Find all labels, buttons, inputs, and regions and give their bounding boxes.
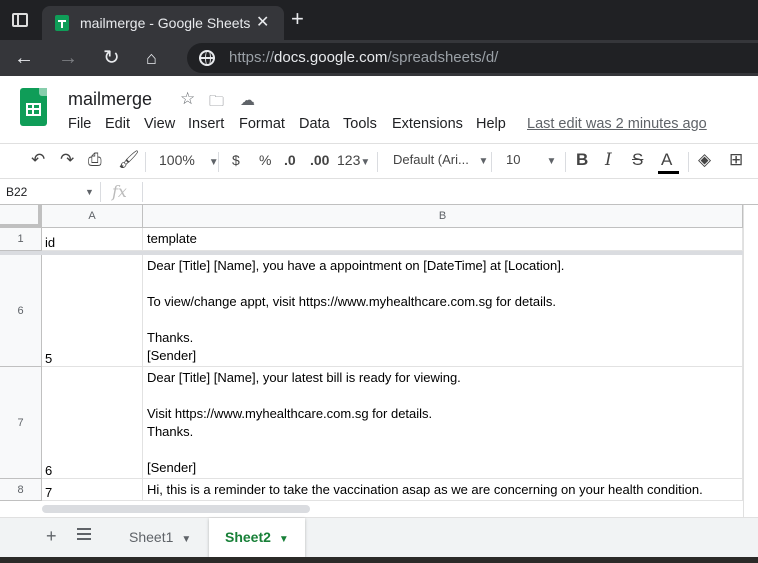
vertical-scrollbar[interactable] xyxy=(743,205,758,517)
print-icon[interactable]: ⎙ xyxy=(88,150,102,170)
menu-format[interactable]: Format xyxy=(239,116,285,132)
name-box[interactable]: B22 xyxy=(6,185,27,199)
italic-button[interactable]: I xyxy=(605,150,612,170)
browser-navbar: ← → ↻ ⌂ https://docs.google.com/spreadsh… xyxy=(0,40,758,76)
cloud-status-icon[interactable]: ☁ xyxy=(240,91,255,109)
text-color-swatch xyxy=(658,171,679,174)
home-icon[interactable]: ⌂ xyxy=(146,46,157,70)
new-tab-icon[interactable]: + xyxy=(291,8,304,30)
row-header[interactable]: 6 xyxy=(0,255,42,367)
redo-icon[interactable]: ↷ xyxy=(60,150,74,170)
table-cell[interactable]: id xyxy=(42,228,143,251)
sheets-favicon-icon xyxy=(55,15,69,31)
table-cell[interactable]: 6 xyxy=(42,367,143,479)
menu-help[interactable]: Help xyxy=(476,116,506,132)
table-cell[interactable]: 5 xyxy=(42,255,143,367)
table-cell[interactable]: 7 xyxy=(42,479,143,501)
move-folder-icon[interactable]: 🗀 xyxy=(209,91,224,116)
strikethrough-button[interactable]: S xyxy=(632,150,643,170)
sheet-tabs-bar: + Sheet1 ▼ Sheet2 ▼ xyxy=(0,517,758,558)
increase-decimal-button[interactable]: .00 xyxy=(310,152,329,168)
star-icon[interactable]: ☆ xyxy=(180,89,195,109)
table-cell[interactable]: Hi, this is a reminder to take the vacci… xyxy=(143,479,743,501)
select-all-corner[interactable] xyxy=(0,205,42,228)
zoom-select[interactable]: 100% ▼ xyxy=(159,152,219,168)
sheet-tab-sheet1[interactable]: Sheet1 ▼ xyxy=(113,518,207,558)
menu-edit[interactable]: Edit xyxy=(105,116,130,132)
document-title[interactable]: mailmerge xyxy=(68,89,152,110)
row-header[interactable]: 8 xyxy=(0,479,42,501)
menu-data[interactable]: Data xyxy=(299,116,330,132)
tab-title: mailmerge - Google Sheets xyxy=(80,15,251,31)
last-edit-link[interactable]: Last edit was 2 minutes ago xyxy=(527,116,707,132)
menu-insert[interactable]: Insert xyxy=(188,116,224,132)
sheet-tab-sheet2[interactable]: Sheet2 ▼ xyxy=(209,518,305,558)
currency-format-button[interactable]: $ xyxy=(232,152,240,168)
percent-format-button[interactable]: % xyxy=(259,152,271,168)
bold-button[interactable]: B xyxy=(576,150,588,170)
table-cell[interactable]: template xyxy=(143,228,743,251)
all-sheets-icon[interactable] xyxy=(77,528,91,540)
add-sheet-icon[interactable]: + xyxy=(46,526,57,547)
text-color-button[interactable]: A xyxy=(661,150,672,170)
url-text: https://docs.google.com/spreadsheets/d/ xyxy=(229,49,499,66)
table-cell[interactable]: Dear [Title] [Name], your latest bill is… xyxy=(143,367,743,479)
forward-icon[interactable]: → xyxy=(58,46,78,70)
menu-tools[interactable]: Tools xyxy=(343,116,377,132)
name-box-caret-icon[interactable]: ▼ xyxy=(85,187,94,197)
desktop-background xyxy=(0,557,758,563)
menu-file[interactable]: File xyxy=(68,116,91,132)
address-bar[interactable]: https://docs.google.com/spreadsheets/d/ xyxy=(187,43,758,73)
toolbar: ↶ ↷ ⎙ 🖌 100% ▼ $ % .0 .00 123▼ Default (… xyxy=(0,143,758,179)
column-header-b[interactable]: B xyxy=(143,205,743,228)
menu-view[interactable]: View xyxy=(144,116,175,132)
row-header[interactable]: 1 xyxy=(0,228,42,251)
paint-format-icon[interactable]: 🖌 xyxy=(118,150,140,170)
fx-icon: fx xyxy=(112,182,127,201)
menu-extensions[interactable]: Extensions xyxy=(392,116,463,132)
fill-color-icon[interactable]: ◈ xyxy=(698,150,711,170)
font-select[interactable]: Default (Ari... ▼ xyxy=(393,152,488,167)
globe-icon xyxy=(199,50,215,66)
borders-icon[interactable]: ⊞ xyxy=(729,150,743,170)
formula-bar: B22 ▼ fx xyxy=(0,180,758,205)
horizontal-scrollbar[interactable] xyxy=(42,505,310,513)
close-tab-icon[interactable]: ✕ xyxy=(256,12,269,32)
undo-icon[interactable]: ↶ xyxy=(31,150,45,170)
font-size-select[interactable]: 10 ▼ xyxy=(506,152,556,167)
reload-icon[interactable]: ↻ xyxy=(103,46,120,70)
sheets-logo-icon[interactable] xyxy=(20,88,47,126)
browser-titlebar: mailmerge - Google Sheets ✕ + xyxy=(0,0,758,40)
back-icon[interactable]: ← xyxy=(14,46,34,70)
more-formats-button[interactable]: 123▼ xyxy=(337,152,370,168)
table-cell[interactable]: Dear [Title] [Name], you have a appointm… xyxy=(143,255,743,367)
decrease-decimal-button[interactable]: .0 xyxy=(284,152,296,168)
column-header-a[interactable]: A xyxy=(42,205,143,228)
spreadsheet-grid[interactable]: A B 1 id template 6 5 Dear [Title] [Name… xyxy=(0,205,758,517)
window-menu-icon[interactable] xyxy=(12,13,28,27)
row-header[interactable]: 7 xyxy=(0,367,42,479)
browser-tab[interactable]: mailmerge - Google Sheets ✕ xyxy=(42,6,284,40)
